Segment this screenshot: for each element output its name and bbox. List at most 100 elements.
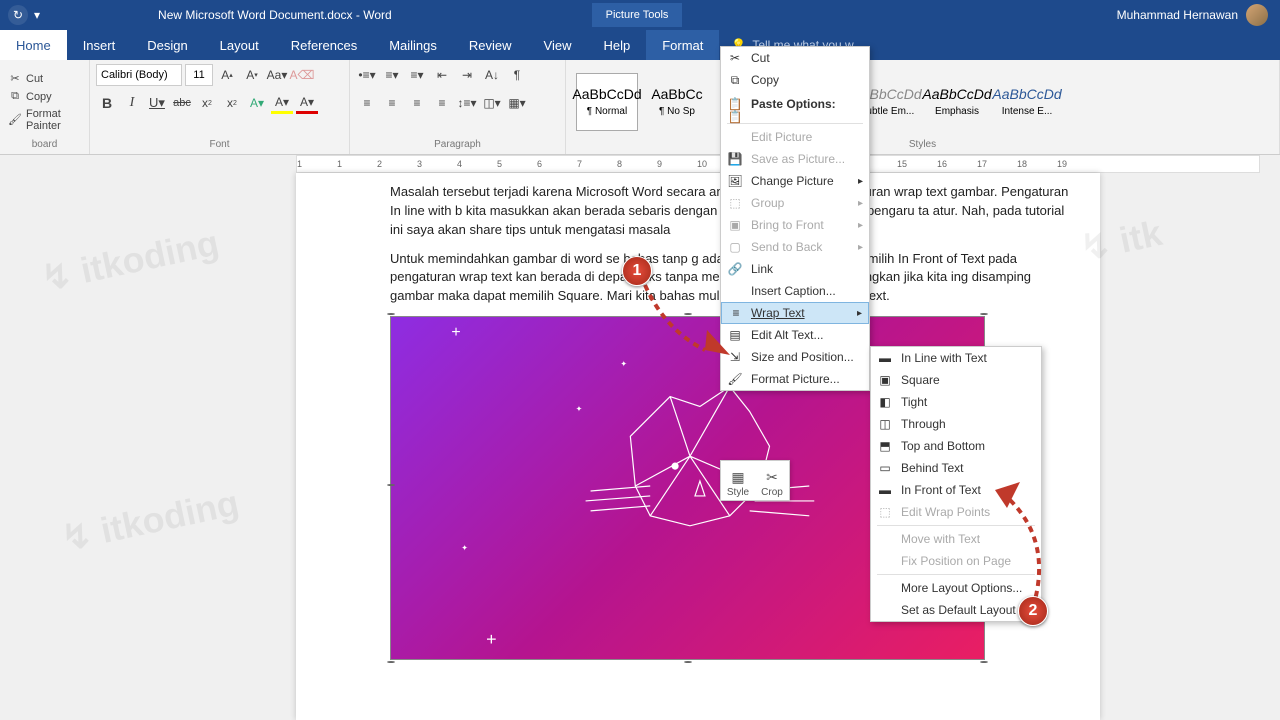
font-name-combo[interactable]	[96, 64, 182, 86]
font-color-button[interactable]: A▾	[296, 92, 318, 114]
tab-mailings[interactable]: Mailings	[373, 30, 453, 60]
strike-button[interactable]: abc	[171, 92, 193, 114]
wrap-move-with-text: Move with Text	[871, 528, 1041, 550]
qat-dropdown-icon[interactable]: ▾	[34, 8, 40, 22]
underline-button[interactable]: U▾	[146, 92, 168, 114]
bold-button[interactable]: B	[96, 92, 118, 114]
paragraph-group-label: Paragraph	[356, 139, 559, 152]
ctx-send-back: ▢Send to Back▸	[721, 236, 869, 258]
user-area[interactable]: Muhammad Hernawan	[1117, 4, 1280, 26]
tab-layout[interactable]: Layout	[204, 30, 275, 60]
cut-button[interactable]: ✂Cut	[6, 71, 83, 87]
tab-design[interactable]: Design	[131, 30, 203, 60]
resize-handle-bl[interactable]	[387, 661, 395, 663]
wrap-top-bottom[interactable]: ⬒Top and Bottom	[871, 435, 1041, 457]
ctx-paste-option[interactable]: 📋	[721, 113, 869, 121]
tab-insert[interactable]: Insert	[67, 30, 132, 60]
paragraph-marks-button[interactable]: ¶	[506, 64, 528, 86]
context-menu: ✂Cut ⧉Copy 📋Paste Options: 📋 Edit Pictur…	[720, 46, 870, 391]
mini-crop-button[interactable]: ✂Crop	[755, 461, 789, 500]
multilevel-button[interactable]: ≡▾	[406, 64, 428, 86]
watermark: ↯ itkoding	[38, 222, 223, 301]
ribbon: ✂Cut ⧉Copy 🖌Format Painter board A▴ A▾ A…	[0, 60, 1280, 155]
shrink-font-button[interactable]: A▾	[241, 64, 263, 86]
wrap-behind-icon: ▭	[877, 460, 893, 476]
scissors-icon: ✂	[8, 72, 22, 86]
wrap-behind[interactable]: ▭Behind Text	[871, 457, 1041, 479]
svg-text:✦: ✦	[620, 360, 627, 369]
style-intense-emphasis[interactable]: AaBbCcDdIntense E...	[996, 73, 1058, 131]
ctx-wrap-text[interactable]: ≡Wrap Text▸	[721, 302, 869, 324]
ctx-copy[interactable]: ⧉Copy	[721, 69, 869, 91]
copy-button[interactable]: ⧉Copy	[6, 89, 83, 105]
tab-review[interactable]: Review	[453, 30, 528, 60]
wrap-through[interactable]: ◫Through	[871, 413, 1041, 435]
paste-icon: 📋	[727, 109, 743, 125]
numbering-button[interactable]: ≡▾	[381, 64, 403, 86]
style-normal[interactable]: AaBbCcDd¶ Normal	[576, 73, 638, 131]
ctx-edit-alt-text[interactable]: ▤Edit Alt Text...	[721, 324, 869, 346]
ctx-save-as-picture[interactable]: 💾Save as Picture...	[721, 148, 869, 170]
change-case-button[interactable]: Aa▾	[266, 64, 288, 86]
grow-font-button[interactable]: A▴	[216, 64, 238, 86]
style-icon: ▦	[723, 467, 753, 487]
wrap-fix-position: Fix Position on Page	[871, 550, 1041, 572]
clear-format-button[interactable]: A⌫	[291, 64, 313, 86]
superscript-button[interactable]: x2	[221, 92, 243, 114]
wrap-topbot-icon: ⬒	[877, 438, 893, 454]
wrap-set-default[interactable]: Set as Default Layout	[871, 599, 1041, 621]
resize-handle-tr[interactable]	[980, 313, 988, 315]
italic-button[interactable]: I	[121, 92, 143, 114]
wrap-in-front[interactable]: ▬In Front of Text	[871, 479, 1041, 501]
align-right-button[interactable]: ≡	[406, 92, 428, 114]
ctx-format-picture[interactable]: 🖌Format Picture...	[721, 368, 869, 390]
justify-button[interactable]: ≡	[431, 92, 453, 114]
titlebar: ↻ ▾ New Microsoft Word Document.docx - W…	[0, 0, 1280, 30]
line-spacing-button[interactable]: ↕≡▾	[456, 92, 478, 114]
style-nospacing[interactable]: AaBbCc¶ No Sp	[646, 73, 708, 131]
wrap-more-options[interactable]: More Layout Options...	[871, 577, 1041, 599]
tab-format[interactable]: Format	[646, 30, 719, 60]
tab-home[interactable]: Home	[0, 30, 67, 60]
wrap-points-icon: ⬚	[877, 504, 893, 520]
ctx-cut[interactable]: ✂Cut	[721, 47, 869, 69]
document-title: New Microsoft Word Document.docx - Word	[158, 8, 392, 22]
picture-mini-toolbar: ▦Style ✂Crop	[720, 460, 790, 501]
callout-2-badge: 2	[1018, 596, 1048, 626]
ctx-size-position[interactable]: ⇲Size and Position...	[721, 346, 869, 368]
align-left-button[interactable]: ≡	[356, 92, 378, 114]
avatar[interactable]	[1246, 4, 1268, 26]
align-center-button[interactable]: ≡	[381, 92, 403, 114]
ctx-insert-caption[interactable]: Insert Caption...	[721, 280, 869, 302]
subscript-button[interactable]: x2	[196, 92, 218, 114]
mini-style-button[interactable]: ▦Style	[721, 461, 755, 500]
tab-help[interactable]: Help	[587, 30, 646, 60]
wrap-tight[interactable]: ◧Tight	[871, 391, 1041, 413]
refresh-icon[interactable]: ↻	[8, 5, 28, 25]
text-effects-button[interactable]: A▾	[246, 92, 268, 114]
ctx-link[interactable]: 🔗Link	[721, 258, 869, 280]
increase-indent-button[interactable]: ⇥	[456, 64, 478, 86]
svg-text:✦: ✦	[576, 405, 583, 414]
highlight-button[interactable]: A▾	[271, 92, 293, 114]
resize-handle-b[interactable]	[684, 661, 692, 663]
sort-button[interactable]: A↓	[481, 64, 503, 86]
font-group-label: Font	[96, 139, 343, 152]
tab-view[interactable]: View	[528, 30, 588, 60]
resize-handle-br[interactable]	[980, 661, 988, 663]
format-painter-button[interactable]: 🖌Format Painter	[6, 107, 83, 133]
tab-references[interactable]: References	[275, 30, 373, 60]
font-size-combo[interactable]	[185, 64, 213, 86]
wrap-inline[interactable]: ▬In Line with Text	[871, 347, 1041, 369]
resize-handle-t[interactable]	[684, 313, 692, 315]
decrease-indent-button[interactable]: ⇤	[431, 64, 453, 86]
style-emphasis[interactable]: AaBbCcDdEmphasis	[926, 73, 988, 131]
wrap-square[interactable]: ▣Square	[871, 369, 1041, 391]
shading-button[interactable]: ◫▾	[481, 92, 503, 114]
save-icon: 💾	[727, 151, 743, 167]
wrap-text-icon: ≡	[728, 305, 744, 321]
ctx-change-picture[interactable]: 🖼Change Picture▸	[721, 170, 869, 192]
borders-button[interactable]: ▦▾	[506, 92, 528, 114]
bullets-button[interactable]: •≡▾	[356, 64, 378, 86]
resize-handle-tl[interactable]	[387, 313, 395, 315]
